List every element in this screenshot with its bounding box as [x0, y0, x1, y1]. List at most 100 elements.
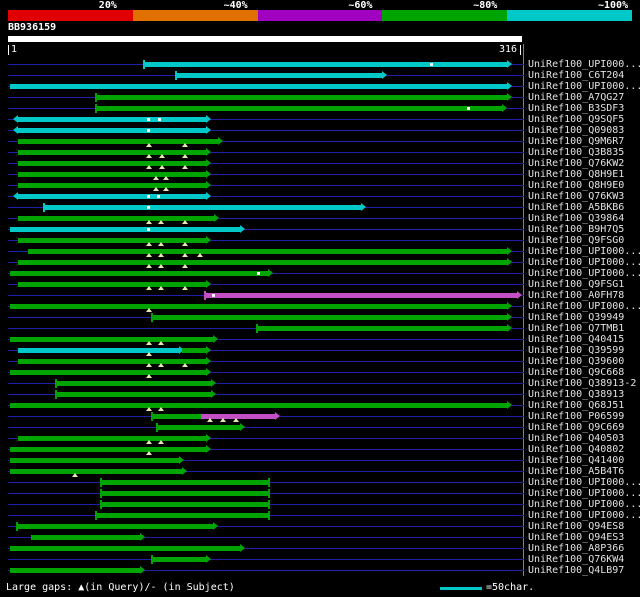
alignment-bar[interactable] [17, 117, 207, 122]
alignment-bar[interactable] [9, 304, 507, 309]
alignment-row: UniRef100_A0FH78 [0, 290, 640, 301]
scale-end-label: 316 [499, 44, 518, 55]
alignment-bar[interactable] [177, 73, 382, 78]
alignment-bar[interactable] [181, 348, 207, 353]
alignment-bar[interactable] [17, 238, 207, 243]
alignment-bar[interactable] [144, 62, 507, 67]
segment-end-tick [268, 478, 271, 487]
identity-key-label: 20% [98, 0, 117, 11]
alignment-bar[interactable] [152, 315, 507, 320]
subject-id-label: UniRef100_A5BKB6 [528, 202, 625, 213]
right-arrowhead-icon [506, 302, 512, 310]
alignment-bar[interactable] [30, 535, 140, 540]
subject-id-label: UniRef100_B3SDF3 [528, 103, 625, 114]
alignment-bar[interactable] [17, 436, 207, 441]
segment-end-tick [100, 500, 103, 509]
right-arrowhead-icon [240, 423, 246, 431]
alignment-bar[interactable] [17, 348, 179, 353]
segment-end-tick [100, 478, 103, 487]
alignment-bar[interactable] [9, 271, 269, 276]
alignment-bar[interactable] [157, 425, 241, 430]
alignment-bar[interactable] [27, 249, 507, 254]
alignment-bar[interactable] [17, 282, 207, 287]
right-arrowhead-icon [206, 115, 212, 123]
alignment-bar[interactable] [9, 84, 507, 89]
alignment-bar[interactable] [56, 392, 212, 397]
alignment-bar[interactable] [17, 161, 207, 166]
right-arrowhead-icon [139, 533, 145, 541]
subject-id-label: UniRef100_Q8H9E0 [528, 180, 625, 191]
alignment-bar[interactable] [17, 359, 207, 364]
alignment-bar[interactable] [97, 513, 269, 518]
alignment-bar[interactable] [9, 546, 241, 551]
alignment-bar[interactable] [9, 568, 140, 573]
alignment-bar[interactable] [258, 326, 507, 331]
right-arrowhead-icon [381, 71, 387, 79]
alignment-row: UniRef100_Q38913 [0, 389, 640, 400]
subject-id-label: UniRef100_UPI000... [528, 257, 640, 268]
alignment-bar[interactable] [45, 205, 361, 210]
alignment-row: UniRef100_Q38913-2 [0, 378, 640, 389]
segment-end-tick [100, 489, 103, 498]
alignment-bar[interactable] [102, 491, 269, 496]
alignment-bar[interactable] [102, 502, 269, 507]
alignment-bar[interactable] [17, 183, 207, 188]
subject-id-label: UniRef100_Q38913-2 [528, 378, 637, 389]
subject-id-label: UniRef100_Q76KW4 [528, 554, 625, 565]
identity-key-segment [257, 10, 383, 21]
segment-end-tick [155, 423, 158, 432]
alignment-bar[interactable] [17, 172, 207, 177]
alignment-bar[interactable] [17, 524, 213, 529]
right-arrowhead-icon [360, 203, 366, 211]
alignment-row: UniRef100_Q68J51 [0, 400, 640, 411]
segment-end-tick [95, 511, 98, 520]
right-arrowhead-icon [206, 148, 212, 156]
right-arrowhead-icon [139, 566, 145, 574]
alignment-row: UniRef100_UPI000... [0, 59, 640, 70]
alignment-bar[interactable] [17, 128, 207, 133]
left-arrowhead-icon [12, 126, 18, 134]
alignment-bar[interactable] [9, 403, 507, 408]
alignment-row: UniRef100_Q9C668 [0, 367, 640, 378]
alignment-bar[interactable] [9, 370, 207, 375]
right-arrowhead-icon [274, 412, 280, 420]
subject-id-label: UniRef100_UPI000... [528, 477, 640, 488]
subject-gap-dash-icon [158, 118, 162, 121]
subject-gap-dash-icon [146, 195, 150, 198]
identity-key-segment [132, 10, 258, 21]
subject-id-label: UniRef100_Q09083 [528, 125, 625, 136]
right-arrowhead-icon [206, 434, 212, 442]
alignment-bar[interactable] [9, 469, 182, 474]
subject-id-label: UniRef100_P06599 [528, 411, 625, 422]
right-arrowhead-icon [506, 324, 512, 332]
alignment-bar[interactable] [9, 447, 207, 452]
right-arrowhead-icon [178, 456, 184, 464]
alignment-bar[interactable] [206, 293, 517, 298]
alignment-bar[interactable] [17, 260, 507, 265]
blast-graphical-overview: 20% ~40% ~60% ~80% ~100% BB936159 1 316 UniR… [0, 0, 640, 597]
identity-key-segment [382, 10, 508, 21]
subject-id-label: UniRef100_Q76KW3 [528, 191, 625, 202]
alignment-bar[interactable] [9, 337, 213, 342]
alignment-row: UniRef100_UPI000... [0, 301, 640, 312]
right-arrowhead-icon [214, 214, 220, 222]
subject-id-label: UniRef100_Q39599 [528, 345, 625, 356]
alignment-bar[interactable] [17, 150, 207, 155]
alignment-bar[interactable] [152, 414, 202, 419]
alignment-row: UniRef100_UPI000... [0, 81, 640, 92]
alignment-bar[interactable] [56, 381, 212, 386]
subject-id-label: UniRef100_Q40802 [528, 444, 625, 455]
alignment-bar[interactable] [17, 194, 207, 199]
subject-id-label: UniRef100_Q39600 [528, 356, 625, 367]
alignment-row: UniRef100_Q9FSG0 [0, 235, 640, 246]
alignment-bar[interactable] [152, 557, 207, 562]
alignment-bar[interactable] [97, 95, 507, 100]
alignment-row: UniRef100_Q76KW2 [0, 158, 640, 169]
alignment-bar[interactable] [9, 227, 241, 232]
identity-key-label: ~40% [223, 0, 248, 11]
gaps-legend: Large gaps: ▲(in Query)/- (in Subject) [6, 582, 235, 593]
right-arrowhead-icon [268, 269, 274, 277]
alignment-bar[interactable] [9, 458, 179, 463]
alignment-bar[interactable] [97, 106, 503, 111]
alignment-bar[interactable] [102, 480, 269, 485]
